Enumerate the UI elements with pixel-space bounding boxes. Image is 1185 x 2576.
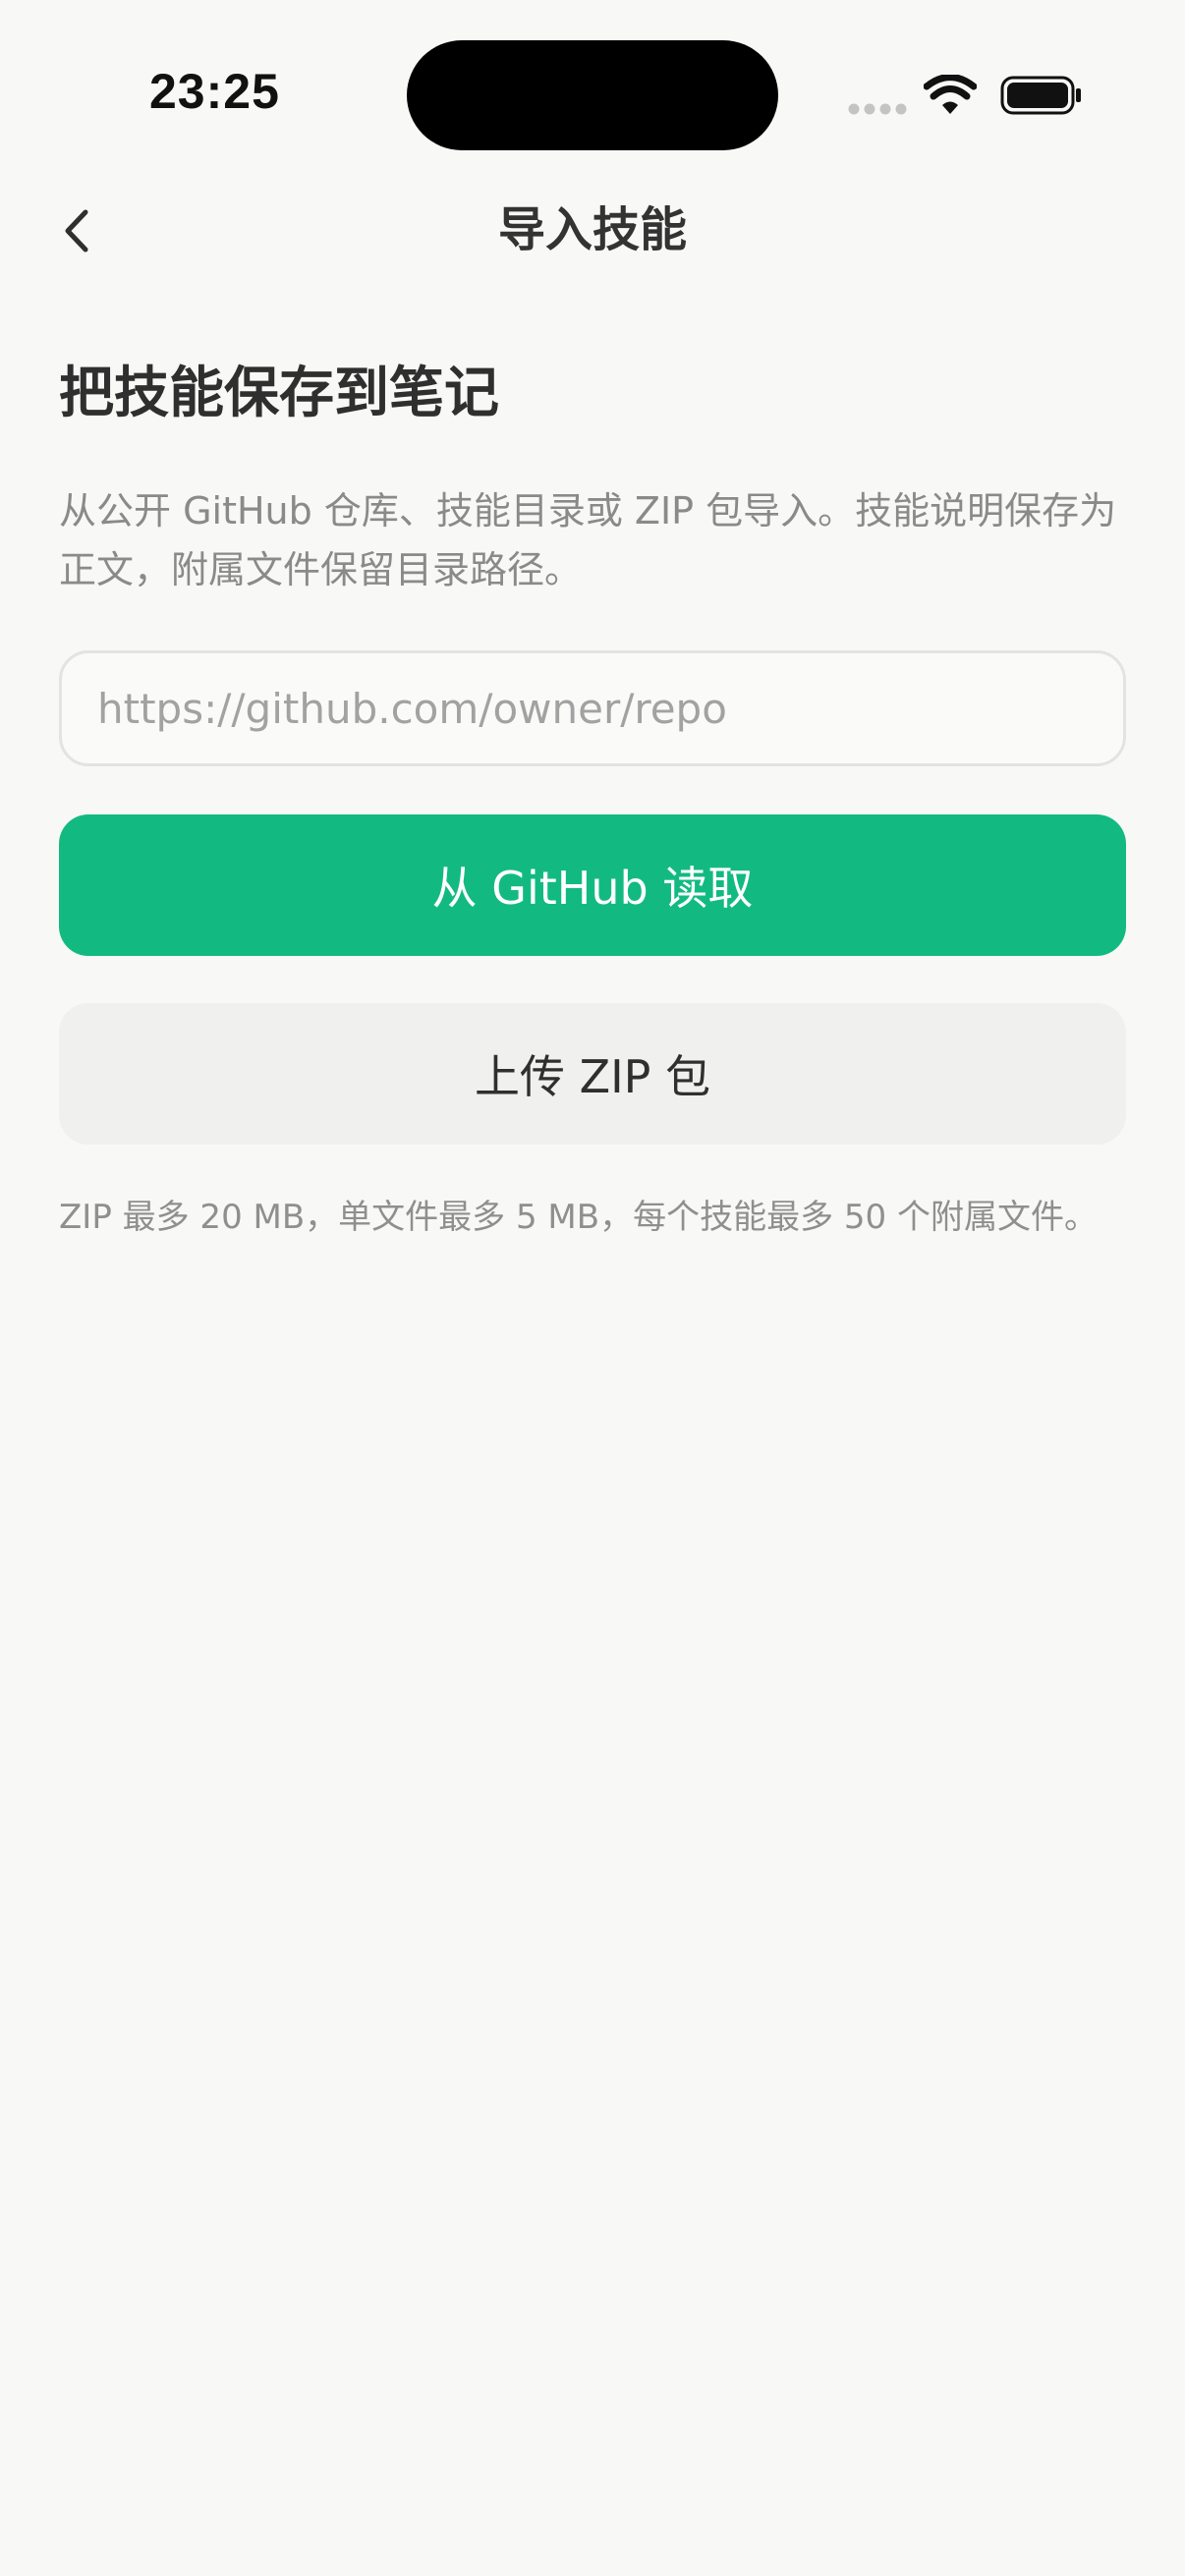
wifi-icon [924, 75, 977, 114]
upload-zip-button[interactable]: 上传 ZIP 包 [59, 1003, 1126, 1145]
read-from-github-label: 从 GitHub 读取 [431, 862, 754, 915]
dynamic-island [407, 40, 778, 150]
section-heading: 把技能保存到笔记 [59, 362, 499, 425]
github-url-input[interactable] [59, 650, 1126, 766]
import-description: 从公开 GitHub 仓库、技能目录或 ZIP 包导入。技能说明保存为正文，附属… [59, 489, 1117, 591]
status-time: 23:25 [149, 64, 280, 119]
upload-zip-label: 上传 ZIP 包 [474, 1050, 711, 1103]
page-title: 导入技能 [497, 202, 687, 257]
status-bar: 23:25 [0, 0, 1185, 157]
cellular-signal-icon [848, 103, 907, 115]
size-limits-hint: ZIP 最多 20 MB，单文件最多 5 MB，每个技能最多 50 个附属文件。 [59, 1198, 1098, 1237]
read-from-github-button[interactable]: 从 GitHub 读取 [59, 814, 1126, 956]
battery-icon [1000, 76, 1081, 115]
navigation-bar: 导入技能 [0, 177, 1185, 285]
